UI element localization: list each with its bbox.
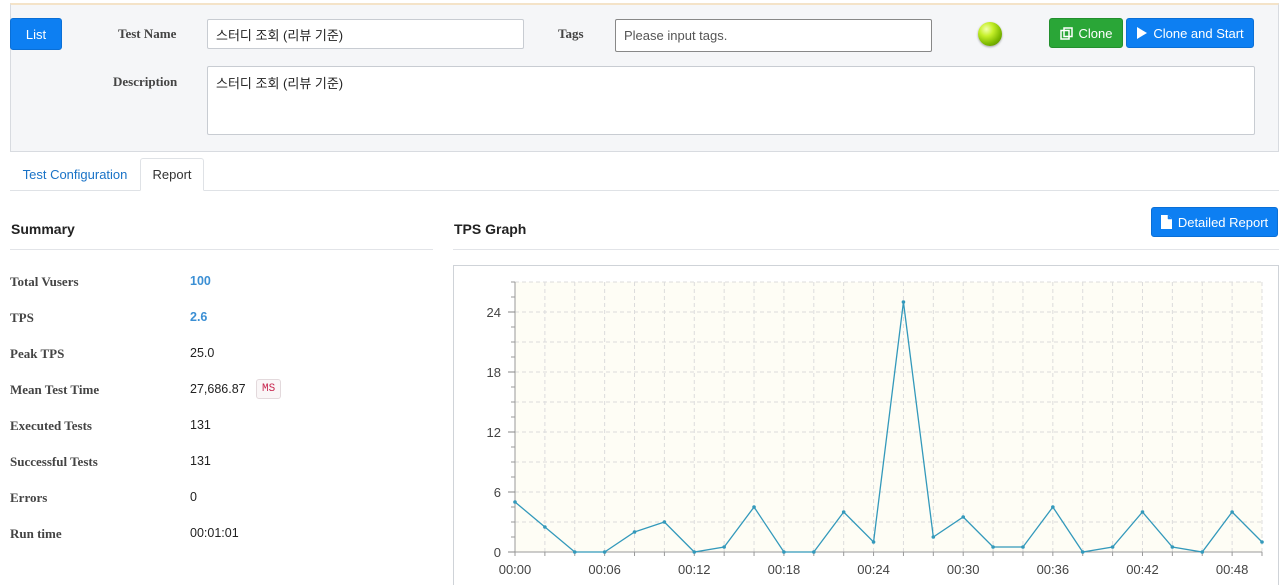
chart-x-tick-label: 00:06 (588, 562, 621, 577)
tab-test-configuration[interactable]: Test Configuration (12, 158, 138, 191)
chart-x-tick-label: 00:36 (1037, 562, 1070, 577)
peak-tps-label: Peak TPS (10, 346, 65, 361)
tab-test-configuration-label: Test Configuration (22, 167, 128, 182)
list-button[interactable]: List (10, 18, 62, 50)
chart-point (1080, 550, 1085, 554)
peak-tps-value: 25.0 (190, 346, 215, 360)
chart-point (1021, 545, 1025, 549)
tps-graph-title: TPS Graph (454, 221, 527, 237)
chart-point (961, 515, 965, 519)
chart-point (722, 545, 726, 549)
total-vusers-value: 100 (190, 274, 211, 288)
tab-report-label: Report (152, 167, 192, 182)
chart-x-tick-label: 00:24 (857, 562, 890, 577)
chart-x-tick-label: 00:30 (947, 562, 980, 577)
successful-tests-label: Successful Tests (10, 454, 98, 469)
successful-tests-value: 131 (190, 454, 211, 468)
clone-button[interactable]: Clone (1049, 18, 1123, 48)
test-name-input[interactable]: 스터디 조회 (리뷰 기준) (207, 19, 524, 49)
chart-point (1140, 510, 1145, 514)
clone-and-start-button[interactable]: Clone and Start (1126, 18, 1254, 48)
chart-point (1200, 550, 1205, 554)
document-icon (1160, 215, 1172, 229)
chart-point (991, 545, 995, 549)
chart-point (1051, 505, 1055, 509)
chart-x-tick-label: 00:18 (768, 562, 801, 577)
clone-and-start-label: Clone and Start (1153, 25, 1244, 41)
chart-x-tick-label: 00:42 (1126, 562, 1159, 577)
chart-x-tick-label: 00:00 (499, 562, 532, 577)
chart-point (513, 500, 517, 504)
tab-report[interactable]: Report (140, 158, 204, 191)
tags-label: Tags (558, 26, 584, 41)
detailed-report-button[interactable]: Detailed Report (1151, 207, 1278, 237)
tps-label: TPS (10, 310, 34, 325)
chart-point (901, 300, 906, 304)
run-time-value: 00:01:01 (190, 526, 239, 540)
tps-chart: 0 6 12 18 24 00:00 00:06 00:12 00:18 00:24 00:30 00… (487, 281, 1264, 577)
errors-label: Errors (10, 490, 48, 505)
chart-y-tick-label: 0 (494, 545, 501, 560)
mean-test-time-unit: MS (256, 379, 282, 399)
chart-point (1170, 545, 1175, 549)
clone-button-label: Clone (1078, 25, 1113, 41)
test-status-indicator-icon (978, 22, 1002, 46)
summary-divider (10, 249, 433, 250)
mean-test-time-value: 27,686.87 (190, 382, 246, 396)
chart-point (1110, 545, 1115, 549)
run-time-label: Run time (10, 526, 62, 541)
chart-point (572, 550, 577, 554)
errors-value: 0 (190, 490, 197, 504)
chart-point (752, 505, 756, 509)
chart-x-tick-label: 00:48 (1216, 562, 1249, 577)
play-icon (1137, 27, 1148, 39)
chart-y-tick-label: 6 (494, 485, 501, 500)
tags-placeholder: Please input tags. (624, 28, 728, 43)
detailed-report-label: Detailed Report (1177, 214, 1269, 230)
chart-point (662, 520, 667, 524)
chart-point (1230, 510, 1234, 514)
chart-point (602, 550, 607, 554)
graph-divider (453, 249, 1279, 250)
list-button-label: List (25, 26, 47, 42)
chart-point (812, 550, 816, 554)
summary-title: Summary (11, 221, 75, 237)
chart-x-tick-label: 00:12 (678, 562, 711, 577)
chart-point (841, 510, 846, 514)
total-vusers-label: Total Vusers (10, 274, 79, 289)
chart-y-tick-label: 24 (487, 305, 501, 320)
mean-test-time-label: Mean Test Time (10, 382, 100, 397)
tps-chart-container: 0 6 12 18 24 00:00 00:06 00:12 00:18 00:24 00:30 00… (453, 265, 1279, 585)
chart-point (632, 530, 637, 534)
tps-value: 2.6 (190, 310, 208, 324)
executed-tests-label: Executed Tests (10, 418, 92, 433)
chart-point (871, 540, 876, 544)
chart-y-tick-label: 18 (487, 365, 501, 380)
executed-tests-value: 131 (190, 418, 211, 432)
chart-point (692, 550, 697, 554)
chart-point (1260, 540, 1264, 544)
chart-point (543, 525, 547, 529)
copy-icon (1059, 26, 1073, 40)
tags-input[interactable]: Please input tags. (615, 19, 932, 52)
test-name-label: Test Name (118, 26, 177, 41)
description-value: 스터디 조회 (리뷰 기준) (216, 76, 344, 91)
chart-point (782, 550, 786, 554)
test-name-value: 스터디 조회 (리뷰 기준) (216, 27, 344, 43)
chart-y-tick-label: 12 (487, 425, 501, 440)
description-label: Description (113, 74, 178, 89)
chart-point (931, 535, 936, 539)
description-textarea[interactable]: 스터디 조회 (리뷰 기준) (207, 66, 1255, 135)
